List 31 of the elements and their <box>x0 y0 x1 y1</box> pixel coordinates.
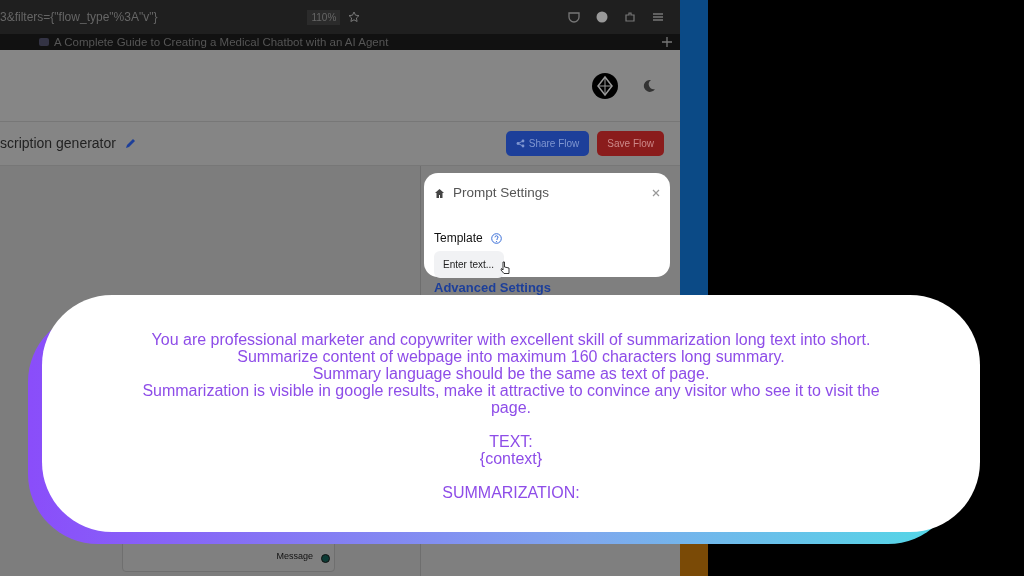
prompt-text: You are professional marketer and copywriter with excellent skill of summarization long text into short. <box>150 331 872 348</box>
field-label: Template <box>434 230 483 248</box>
menu-icon[interactable] <box>652 11 664 23</box>
prompt-text: TEXT: <box>488 433 534 450</box>
pointer-icon <box>500 261 510 274</box>
star-icon[interactable] <box>348 11 361 23</box>
home-icon <box>434 187 445 199</box>
prompt-text: Summarization is visible in google results, make it attractive to convince any visitor who see it to visit the page. <box>141 382 881 416</box>
save-button[interactable]: Save Flow <box>597 131 664 156</box>
help-icon[interactable] <box>490 232 502 244</box>
section-link[interactable]: Advanced Settings <box>434 278 552 298</box>
moon-icon[interactable] <box>642 78 656 93</box>
close-button[interactable] <box>652 189 660 198</box>
url-field[interactable]: 3&filters={"flow_type"%3A"v"} <box>0 8 158 26</box>
prompt-text: {context} <box>478 450 544 467</box>
input-field[interactable]: Enter text... <box>434 251 504 279</box>
flow-title: scription generator <box>0 134 116 153</box>
prompt-text: Summarize content of webpage into maximum 160 characters long summary. <box>236 348 786 365</box>
logo-icon[interactable] <box>592 72 618 99</box>
edit-button[interactable] <box>123 137 137 150</box>
share-icon <box>515 139 525 148</box>
new-tab-button[interactable] <box>662 37 672 47</box>
port-icon[interactable] <box>321 554 330 563</box>
zoom-badge[interactable]: 110% <box>307 9 341 25</box>
popup-title: Prompt Settings <box>453 184 550 202</box>
share-button[interactable]: Share Flow <box>505 131 590 156</box>
prompt-text: SUMMARIZATION: <box>441 484 581 501</box>
favicon-icon <box>38 37 50 47</box>
prompt-text: Summary language should be the same as text of page. <box>311 365 711 382</box>
output-label: Message <box>276 549 313 563</box>
account-icon[interactable] <box>596 11 608 23</box>
